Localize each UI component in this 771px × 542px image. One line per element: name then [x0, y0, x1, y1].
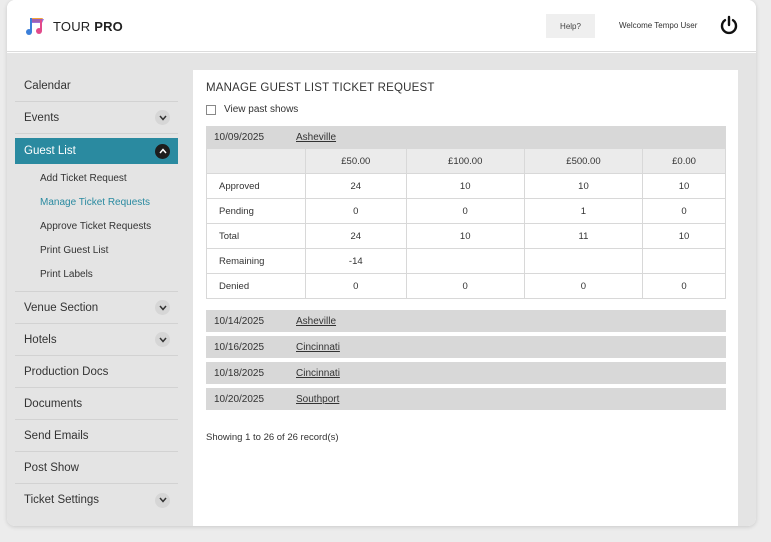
sidebar-item-label: Calendar: [24, 79, 71, 92]
table-cell: 0: [405, 273, 525, 299]
welcome-text: Welcome Tempo User: [619, 21, 698, 30]
table-row: Remaining -14: [206, 248, 726, 274]
table-header-row: £50.00 £100.00 £500.00 £0.00: [206, 148, 726, 174]
brand-name: TOUR PRO: [53, 18, 123, 34]
table-cell: 0: [405, 198, 525, 224]
submenu-print-guest-list[interactable]: Print Guest List: [40, 239, 178, 263]
sidebar-item-label: Production Docs: [24, 365, 109, 378]
chevron-down-icon[interactable]: [155, 332, 170, 347]
table-cell: 0: [305, 273, 407, 299]
table-row: Denied 0 0 0 0: [206, 273, 726, 299]
show-city-link[interactable]: Asheville: [296, 132, 336, 143]
table-cell: 10: [642, 173, 726, 199]
table-row: Pending 0 0 1 0: [206, 198, 726, 224]
sidebar-item-label: Documents: [24, 397, 83, 410]
row-label: Remaining: [206, 248, 306, 274]
sidebar-item-label: Hotels: [24, 333, 57, 346]
record-count: Showing 1 to 26 of 26 record(s): [206, 432, 339, 443]
table-header-cell: £100.00: [405, 148, 525, 174]
show-row[interactable]: 10/16/2025 Cincinnati: [206, 336, 726, 358]
show-city-link[interactable]: Cincinnati: [296, 342, 340, 353]
help-button[interactable]: Help?: [546, 14, 595, 38]
music-flag-icon: [26, 18, 44, 35]
table-header-cell: [206, 148, 306, 174]
row-label: Total: [206, 223, 306, 249]
brand-logo[interactable]: TOUR PRO: [25, 16, 123, 36]
show-block-expanded: 10/09/2025 Asheville £50.00 £100.00 £500…: [206, 126, 726, 299]
row-label: Denied: [206, 273, 306, 299]
table-cell: 24: [305, 173, 407, 199]
sidebar-item-guest-list[interactable]: Guest List: [15, 138, 178, 164]
table-cell: 0: [523, 273, 644, 299]
ticket-summary-table: £50.00 £100.00 £500.00 £0.00 Approved 24…: [206, 148, 726, 299]
show-row[interactable]: 10/20/2025 Southport: [206, 388, 726, 410]
main-panel: MANAGE GUEST LIST TICKET REQUEST View pa…: [193, 70, 738, 526]
show-row[interactable]: 10/18/2025 Cincinnati: [206, 362, 726, 384]
row-label: Approved: [206, 173, 306, 199]
sidebar-item-post-show[interactable]: Post Show: [15, 452, 178, 484]
view-past-shows-toggle[interactable]: View past shows: [206, 104, 298, 115]
show-date: 10/16/2025: [214, 341, 265, 353]
table-row: Total 24 10 11 10: [206, 223, 726, 249]
sidebar-item-label: Ticket Settings: [24, 494, 99, 506]
table-header-cell: £0.00: [642, 148, 726, 174]
table-cell: 1: [523, 198, 644, 224]
sidebar-item-ticket-settings[interactable]: Ticket Settings: [15, 484, 178, 516]
table-row: Approved 24 10 10 10: [206, 173, 726, 199]
sidebar-item-hotels[interactable]: Hotels: [15, 324, 178, 356]
sidebar-item-send-emails[interactable]: Send Emails: [15, 420, 178, 452]
show-row[interactable]: 10/14/2025 Asheville: [206, 310, 726, 332]
show-city-link[interactable]: Southport: [296, 394, 339, 405]
table-cell: [642, 248, 726, 274]
sidebar-nav: Calendar Events Guest List Add Ticket Re…: [15, 70, 178, 516]
table-cell: 11: [523, 223, 644, 249]
sidebar-item-label: Send Emails: [24, 429, 89, 442]
sidebar-item-events[interactable]: Events: [15, 102, 178, 134]
sidebar-item-documents[interactable]: Documents: [15, 388, 178, 420]
table-header-cell: £50.00: [305, 148, 407, 174]
table-cell: [523, 248, 644, 274]
guest-list-submenu: Add Ticket Request Manage Ticket Request…: [15, 164, 178, 292]
table-cell: 10: [405, 173, 525, 199]
view-past-shows-label: View past shows: [224, 104, 299, 115]
show-date: 10/18/2025: [214, 367, 265, 379]
submenu-add-ticket-request[interactable]: Add Ticket Request: [40, 167, 178, 191]
show-date: 10/14/2025: [214, 315, 265, 327]
submenu-print-labels[interactable]: Print Labels: [40, 263, 178, 287]
sidebar-item-calendar[interactable]: Calendar: [15, 70, 178, 102]
chevron-down-icon[interactable]: [155, 110, 170, 125]
table-cell: 10: [405, 223, 525, 249]
chevron-up-icon[interactable]: [155, 143, 170, 159]
power-icon[interactable]: [719, 15, 739, 35]
page-title: MANAGE GUEST LIST TICKET REQUEST: [206, 82, 435, 94]
row-label: Pending: [206, 198, 306, 224]
table-header-cell: £500.00: [523, 148, 644, 174]
table-cell: -14: [305, 248, 407, 274]
show-city-link[interactable]: Cincinnati: [296, 368, 340, 379]
sidebar-item-label: Post Show: [24, 461, 79, 474]
show-row: 10/09/2025 Asheville: [206, 126, 726, 148]
table-cell: 10: [523, 173, 644, 199]
view-past-shows-checkbox[interactable]: [206, 104, 216, 115]
submenu-manage-ticket-requests[interactable]: Manage Ticket Requests: [40, 191, 178, 215]
sidebar-item-label: Venue Section: [24, 301, 99, 314]
submenu-approve-ticket-requests[interactable]: Approve Ticket Requests: [40, 215, 178, 239]
table-cell: 0: [305, 198, 407, 224]
sidebar-item-production-docs[interactable]: Production Docs: [15, 356, 178, 388]
show-date: 10/09/2025: [214, 131, 265, 143]
table-cell: [405, 248, 525, 274]
sidebar-item-label: Guest List: [24, 145, 76, 157]
show-date: 10/20/2025: [214, 393, 265, 405]
chevron-down-icon[interactable]: [155, 300, 170, 315]
top-bar: TOUR PRO Help? Welcome Tempo User: [7, 0, 756, 52]
table-cell: 24: [305, 223, 407, 249]
sidebar-item-venue-section[interactable]: Venue Section: [15, 292, 178, 324]
table-cell: 0: [642, 273, 726, 299]
table-cell: 10: [642, 223, 726, 249]
show-city-link[interactable]: Asheville: [296, 316, 336, 327]
table-cell: 0: [642, 198, 726, 224]
sidebar-item-label: Events: [24, 111, 60, 124]
chevron-down-icon[interactable]: [155, 492, 170, 508]
